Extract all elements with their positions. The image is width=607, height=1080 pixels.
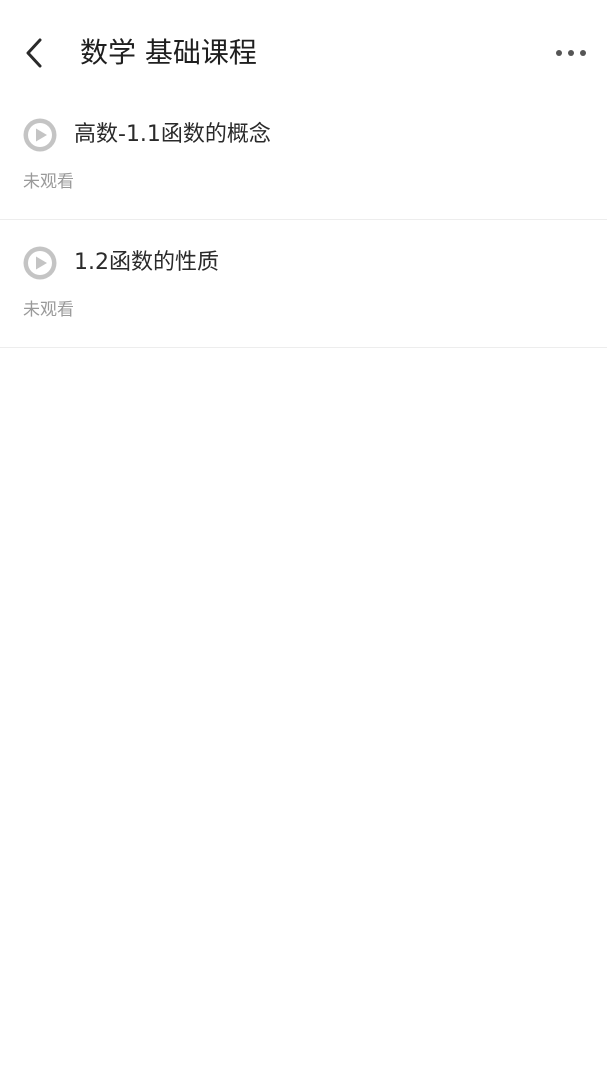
back-button[interactable]	[14, 32, 54, 74]
more-horizontal-icon	[556, 50, 586, 56]
play-circle-icon	[23, 118, 57, 152]
chevron-left-icon	[26, 38, 42, 68]
lesson-status: 未观看	[23, 172, 74, 192]
play-circle-icon	[23, 246, 57, 280]
lesson-title: 高数-1.1函数的概念	[74, 122, 271, 147]
more-button[interactable]	[551, 36, 591, 70]
lesson-item[interactable]: 高数-1.1函数的概念 未观看	[0, 92, 607, 220]
header: 数学 基础课程	[0, 0, 607, 106]
lesson-item[interactable]: 1.2函数的性质 未观看	[0, 220, 607, 348]
page-title: 数学 基础课程	[80, 36, 257, 69]
lesson-title: 1.2函数的性质	[74, 250, 219, 275]
lesson-status: 未观看	[23, 300, 74, 320]
lesson-list: 高数-1.1函数的概念 未观看 1.2函数的性质 未观看	[0, 92, 607, 348]
